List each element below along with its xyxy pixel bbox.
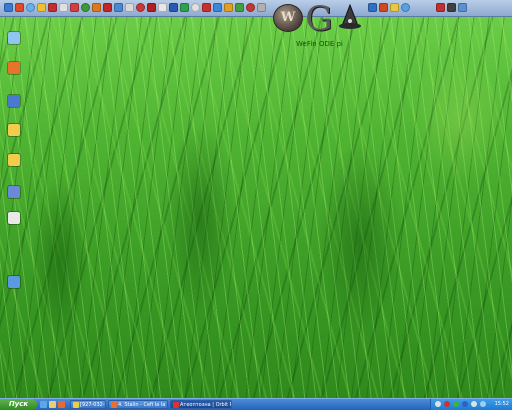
volume-icon[interactable] [471,401,477,407]
system-tray: 15:52 [430,399,512,410]
task-app-icon [173,402,179,408]
toolbar-shortcut-icon[interactable] [15,3,24,12]
desktop-shortcut[interactable] [6,154,22,167]
w-logo: W [273,4,303,32]
toolbar-shortcut-icon[interactable] [224,3,233,12]
tray-icon[interactable] [462,401,468,407]
toolbar-shortcut-icon[interactable] [213,3,222,12]
task-app-icon [111,402,117,408]
desktop-shortcut[interactable] [6,95,22,108]
toolbar-shortcut-icon[interactable] [436,3,445,12]
taskbar: Пуск [927-032-003] - Ом... 4. Stalin - Ce… [0,398,512,410]
ie-icon[interactable] [40,401,47,408]
desktop-shortcut[interactable] [6,62,22,75]
desktop-shortcut[interactable] [6,186,22,199]
desktop-shortcut[interactable] [6,276,22,289]
g-logo: G [305,0,333,39]
toolbar-shortcut-icon[interactable] [147,3,156,12]
tray-icon[interactable] [444,401,450,407]
toolbar-shortcut-icon[interactable] [125,3,134,12]
wizard-hat-icon [339,4,361,29]
taskbar-task-button[interactable]: [927-032-003] - Ом... [70,400,106,409]
toolbar-shortcut-icon[interactable] [458,3,467,12]
toolbar-shortcut-icon[interactable] [81,3,90,12]
toolbar-shortcut-icon[interactable] [246,3,255,12]
desktop-shortcut[interactable] [6,32,22,45]
toolbar-shortcut-icon[interactable] [169,3,178,12]
toolbar-shortcut-icon[interactable] [447,3,456,12]
show-desktop-icon[interactable] [49,401,56,408]
firefox-icon [8,62,20,74]
document-icon [8,212,20,224]
taskbar-task-button[interactable]: 4. Stalin - Cefi la la ... [108,400,168,409]
toolbar-shortcut-icon[interactable] [401,3,410,12]
toolbar-shortcut-icon[interactable] [202,3,211,12]
toolbar-shortcut-icon[interactable] [70,3,79,12]
logo-caption: WeFin ODE pi [296,40,343,48]
taskbar-task-button[interactable]: Атeoптoзна | Orbit P... [170,400,232,409]
desktop-shortcut[interactable] [6,124,22,137]
task-label: Атeoптoзна | Orbit P... [180,402,232,408]
desktop-wallpaper: W G WeFin ODE pi [0,0,512,398]
app-icon [8,186,20,198]
top-toolbar [0,0,512,17]
clock[interactable]: 15:52 [495,399,509,410]
toolbar-shortcut-icon[interactable] [37,3,46,12]
toolbar-shortcut-icon[interactable] [48,3,57,12]
folder-icon [8,124,20,136]
start-button[interactable]: Пуск [0,399,37,410]
desktop-shortcut[interactable] [6,212,22,225]
toolbar-shortcut-icon[interactable] [59,3,68,12]
toolbar-shortcut-icon[interactable] [235,3,244,12]
toolbar-shortcut-icon[interactable] [191,3,200,12]
w-logo-letter: W [280,10,296,25]
tray-icon[interactable] [453,401,459,407]
program-icon [8,95,20,107]
tray-icon[interactable] [435,401,441,407]
toolbar-shortcut-icon[interactable] [4,3,13,12]
toolbar-shortcut-icon[interactable] [257,3,266,12]
task-label: [927-032-003] - Ом... [80,402,105,408]
toolbar-shortcut-icon[interactable] [103,3,112,12]
toolbar-shortcut-icon[interactable] [390,3,399,12]
toolbar-shortcut-icon[interactable] [114,3,123,12]
my-computer-icon [8,32,20,44]
task-app-icon [73,402,79,408]
toolbar-shortcut-icon[interactable] [368,3,377,12]
toolbar-shortcut-icon[interactable] [136,3,145,12]
toolbar-shortcut-icon[interactable] [180,3,189,12]
toolbar-shortcut-icon[interactable] [158,3,167,12]
toolbar-shortcut-icon[interactable] [26,3,35,12]
media-icon[interactable] [58,401,65,408]
network-icon[interactable] [480,401,486,407]
toolbar-shortcut-icon[interactable] [92,3,101,12]
task-label: 4. Stalin - Cefi la la ... [118,402,168,408]
toolbar-shortcut-icon[interactable] [379,3,388,12]
folder-icon [8,154,20,166]
network-icon [8,276,20,288]
